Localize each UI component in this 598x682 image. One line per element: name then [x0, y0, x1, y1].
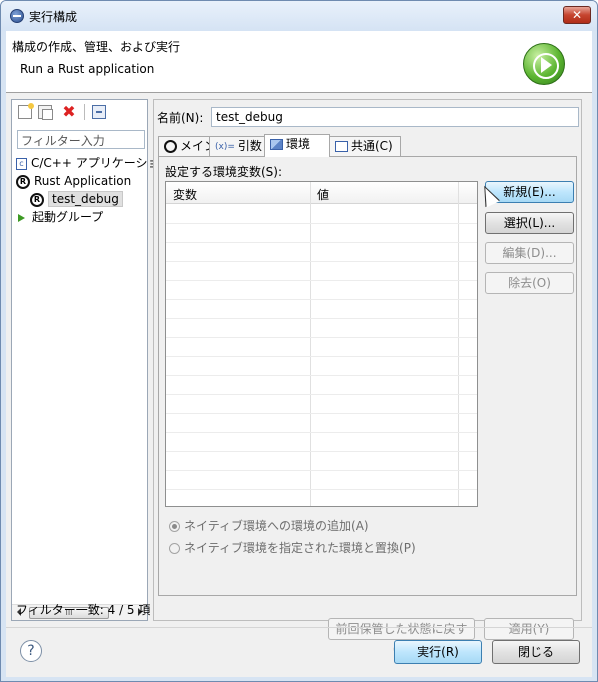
- environment-icon: [270, 139, 283, 150]
- tree-item-rust-application[interactable]: R Rust Application: [16, 173, 131, 190]
- run-configurations-dialog: 実行構成 ✕ 構成の作成、管理、および実行 Run a Rust applica…: [0, 0, 598, 682]
- filter-input[interactable]: フィルター入力: [17, 130, 145, 149]
- table-row: [166, 394, 477, 395]
- new-configuration-icon[interactable]: [18, 103, 34, 119]
- header-description: Run a Rust application: [20, 62, 155, 76]
- environment-tab-content: 設定する環境変数(S): 変数 値 新規(E)... 選択(L)... 編集(D…: [158, 156, 577, 596]
- radio-label: ネイティブ環境を指定された環境と置換(P): [184, 541, 416, 555]
- environment-table[interactable]: 変数 値: [165, 181, 478, 507]
- tree-toolbar: ✖: [12, 100, 147, 124]
- radio-button[interactable]: [169, 521, 180, 532]
- append-environment-radio[interactable]: ネイティブ環境への環境の追加(A): [169, 517, 369, 534]
- replace-environment-radio[interactable]: ネイティブ環境を指定された環境と置換(P): [169, 539, 416, 556]
- c-app-icon: c: [16, 157, 27, 170]
- toolbar-separator: [84, 104, 85, 120]
- filter-status: フィルター一致: 4 / 5 項目: [16, 603, 150, 617]
- eclipse-icon: [10, 9, 24, 23]
- duplicate-icon[interactable]: [38, 105, 53, 120]
- help-icon[interactable]: ?: [20, 640, 42, 662]
- delete-icon[interactable]: ✖: [62, 104, 76, 120]
- variable-icon: (x)=: [215, 141, 235, 152]
- radio-label: ネイティブ環境への環境の追加(A): [184, 519, 369, 533]
- configuration-tree-panel: ✖ フィルター入力 c C/C++ アプリケーション R Rust Applicat…: [11, 99, 172, 621]
- close-button[interactable]: 閉じる: [492, 640, 580, 664]
- remove-variable-button[interactable]: 除去(O): [485, 272, 574, 294]
- table-row: [166, 299, 477, 300]
- configuration-editor: 名前(N): test_debug メイン (x)= 引数 環境 共通(C) 設定…: [153, 99, 582, 656]
- environment-variables-label: 設定する環境変数(S):: [165, 165, 283, 179]
- select-variable-button[interactable]: 選択(L)...: [485, 212, 574, 234]
- tab-environment[interactable]: 環境: [264, 134, 330, 157]
- tab-main[interactable]: メイン: [158, 136, 216, 156]
- common-icon: [335, 141, 348, 152]
- table-row: [166, 470, 477, 471]
- table-row: [166, 432, 477, 433]
- column-header-value[interactable]: 値: [317, 186, 329, 203]
- title-bar: 実行構成 ✕: [1, 1, 597, 31]
- launch-group-icon: [18, 213, 25, 222]
- table-row: [166, 413, 477, 414]
- name-field[interactable]: test_debug: [211, 107, 579, 127]
- column-divider: [310, 182, 311, 506]
- table-row: [166, 223, 477, 224]
- table-row: [166, 318, 477, 319]
- table-row: [166, 489, 477, 490]
- rust-icon: R: [30, 192, 44, 207]
- table-header: 変数 値: [166, 182, 477, 204]
- footer-divider: [6, 627, 592, 628]
- tree-item-label: test_debug: [48, 191, 123, 207]
- tree-item-label: Rust Application: [34, 174, 132, 188]
- tree-item-label: C/C++ アプリケーション: [31, 156, 172, 170]
- run-icon: [523, 43, 565, 85]
- radio-button[interactable]: [169, 543, 180, 554]
- tree-item-test-debug[interactable]: Rtest_debug: [30, 191, 123, 208]
- name-label: 名前(N):: [157, 111, 204, 125]
- rust-icon: R: [16, 174, 30, 189]
- tree-item-label: 起動グループ: [32, 210, 104, 224]
- dialog-header: 構成の作成、管理、および実行 Run a Rust application: [6, 31, 592, 93]
- dialog-body: 構成の作成、管理、および実行 Run a Rust application ✖ …: [6, 31, 592, 677]
- table-row: [166, 356, 477, 357]
- table-row: [166, 261, 477, 262]
- table-row: [166, 242, 477, 243]
- table-row: [166, 337, 477, 338]
- column-divider: [458, 182, 459, 506]
- rust-icon: [164, 140, 177, 153]
- run-button[interactable]: 実行(R): [394, 640, 482, 664]
- revert-button[interactable]: 前回保管した状態に戻す(V): [328, 618, 475, 656]
- window-title: 実行構成: [29, 10, 78, 24]
- tab-label: 共通(C): [351, 139, 393, 153]
- table-row: [166, 451, 477, 452]
- close-window-button[interactable]: ✕: [563, 6, 591, 24]
- table-row: [166, 280, 477, 281]
- tab-arguments[interactable]: (x)= 引数: [209, 136, 265, 156]
- tab-label: 引数: [237, 139, 262, 153]
- tree-item-launch-group[interactable]: 起動グループ: [16, 209, 103, 226]
- edit-variable-button[interactable]: 編集(D)...: [485, 242, 574, 264]
- tab-label: 環境: [286, 137, 311, 151]
- collapse-all-icon[interactable]: [92, 105, 106, 119]
- table-row: [166, 375, 477, 376]
- tree-item-c-app[interactable]: c C/C++ アプリケーション: [16, 155, 172, 172]
- column-header-variable[interactable]: 変数: [173, 186, 197, 203]
- tab-common[interactable]: 共通(C): [329, 136, 401, 156]
- header-title: 構成の作成、管理、および実行: [12, 40, 181, 54]
- apply-button[interactable]: 適用(Y): [484, 618, 574, 640]
